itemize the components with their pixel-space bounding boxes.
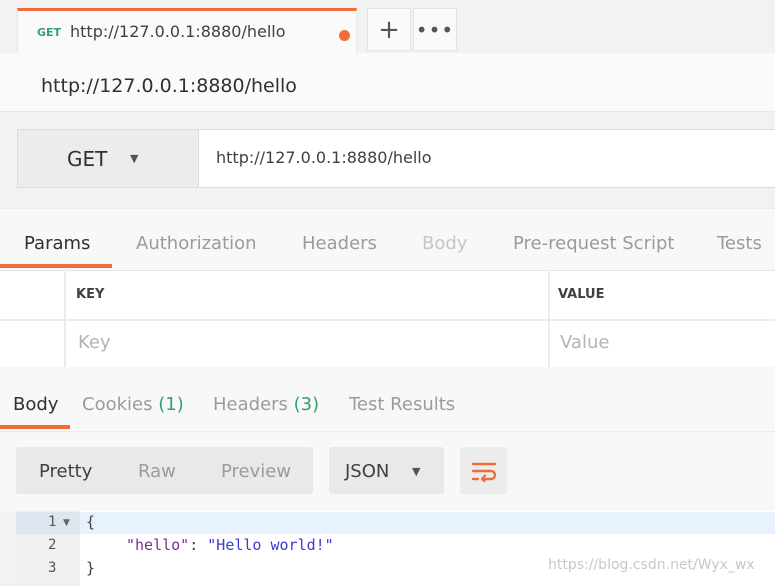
tab-body[interactable]: Body	[422, 233, 467, 254]
response-tab-cookies[interactable]: Cookies (1)	[82, 394, 184, 415]
table-row-divider	[0, 319, 775, 321]
unsaved-dot-icon	[339, 30, 350, 41]
param-key-input[interactable]: Key	[78, 332, 111, 353]
response-tab-cookies-label: Cookies	[82, 394, 153, 415]
tab-pre-request-script[interactable]: Pre-request Script	[513, 233, 674, 254]
view-preview-button[interactable]: Preview	[221, 461, 291, 482]
more-icon: •••	[415, 17, 455, 42]
response-tab-body[interactable]: Body	[13, 394, 58, 415]
tab-authorization[interactable]: Authorization	[136, 233, 257, 254]
request-name: http://127.0.0.1:8880/hello	[41, 75, 297, 97]
more-tabs-button[interactable]: •••	[413, 8, 457, 51]
language-select[interactable]: JSON ▼	[329, 447, 444, 494]
active-response-tab-underline	[0, 425, 70, 429]
tab-url-label: http://127.0.0.1:8880/hello	[70, 22, 286, 41]
line-number: 1	[48, 514, 57, 530]
cookies-count: (1)	[158, 394, 184, 415]
caret-down-icon: ▼	[130, 152, 139, 165]
method-select-label: GET	[67, 147, 108, 171]
json-colon: :	[189, 536, 208, 554]
param-value-input[interactable]: Value	[560, 332, 609, 353]
active-tab-underline	[0, 264, 112, 268]
fold-toggle-icon[interactable]: ▼	[63, 518, 70, 528]
table-column-divider	[64, 270, 66, 367]
code-line-1: {	[86, 513, 96, 531]
response-tab-test-results[interactable]: Test Results	[349, 394, 455, 415]
code-line-3: }	[86, 559, 96, 577]
tab-tests[interactable]: Tests	[717, 233, 762, 254]
headers-count: (3)	[293, 394, 320, 415]
wrap-lines-button[interactable]	[460, 447, 507, 494]
wrap-lines-icon	[471, 462, 496, 482]
json-key: "hello"	[126, 536, 190, 554]
response-tab-headers-label: Headers	[213, 394, 288, 415]
caret-down-icon: ▼	[412, 465, 421, 478]
watermark: https://blog.csdn.net/Wyx_wx	[548, 557, 755, 573]
view-pretty-button[interactable]: Pretty	[39, 461, 92, 482]
line-number: 2	[48, 537, 57, 553]
plus-icon: +	[378, 14, 400, 45]
method-select[interactable]: GET ▼	[17, 129, 199, 188]
tab-headers[interactable]: Headers	[302, 233, 377, 254]
tab-params[interactable]: Params	[24, 233, 90, 254]
column-header-value: VALUE	[558, 287, 605, 302]
response-tab-headers[interactable]: Headers (3)	[213, 394, 319, 415]
active-line-highlight	[80, 512, 775, 534]
code-line-2: "hello": "Hello world!"	[126, 536, 334, 554]
tab-method-label: GET	[37, 26, 62, 39]
json-value: "Hello world!"	[207, 536, 334, 554]
language-select-label: JSON	[345, 461, 390, 482]
table-column-divider	[548, 270, 550, 367]
request-tab[interactable]: GET http://127.0.0.1:8880/hello	[17, 8, 357, 53]
url-input[interactable]: http://127.0.0.1:8880/hello	[216, 148, 432, 167]
view-raw-button[interactable]: Raw	[138, 461, 176, 482]
new-tab-button[interactable]: +	[367, 8, 411, 51]
line-number: 3	[48, 560, 57, 576]
column-header-key: KEY	[76, 287, 105, 302]
